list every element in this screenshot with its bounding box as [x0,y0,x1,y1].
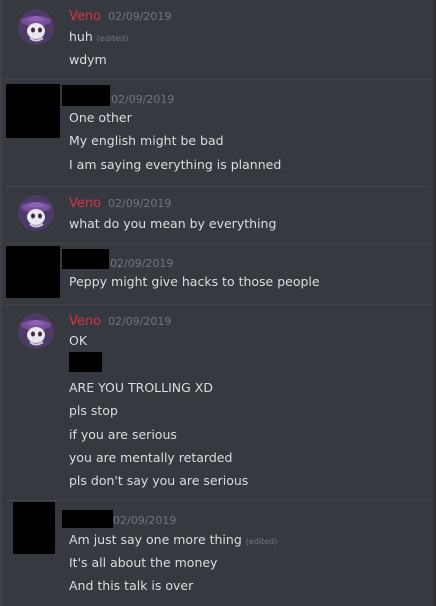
redacted-username [62,249,109,269]
message-text: pls stop [69,403,118,418]
redacted-avatar[interactable] [13,502,55,554]
message-divider [6,79,430,80]
user-avatar[interactable] [18,195,54,231]
redacted-mention [69,352,102,372]
message-timestamp: 02/09/2019 [113,514,177,527]
message-divider [6,500,430,501]
author-name[interactable]: Veno [69,196,101,212]
message-text: what do you mean by everything [69,216,277,231]
edited-indicator: (edited) [245,537,278,546]
message-divider [6,186,430,187]
redacted-avatar[interactable] [6,84,60,138]
message-text: OK [69,333,88,348]
message-timestamp: 02/09/2019 [111,93,175,106]
message-timestamp: 02/09/2019 [108,197,172,210]
edited-indicator: (edited) [96,34,129,43]
redacted-avatar[interactable] [6,246,60,298]
message-text: you are mentally retarded [69,450,233,465]
message-text: pls don't say you are serious [69,473,249,488]
message-text: And this talk is over [69,578,194,593]
avatar-image [18,313,54,349]
user-avatar[interactable] [18,313,54,349]
message-text: ARE YOU TROLLING XD [69,380,213,395]
message-text: if you are serious [69,427,177,442]
message-text: huh (edited) [69,29,129,44]
message-text: One other [69,110,132,125]
author-name[interactable]: Veno [69,9,101,25]
message-text: It's all about the money [69,555,218,570]
avatar-image [18,9,54,45]
message-text: Am just say one more thing (edited) [69,532,278,547]
message-timestamp: 02/09/2019 [108,315,172,328]
message-timestamp: 02/09/2019 [108,10,172,23]
message-divider [6,243,430,244]
author-name[interactable]: Veno [69,314,101,330]
message-text: Peppy might give hacks to those people [69,274,320,289]
message-timestamp: 02/09/2019 [110,257,174,270]
message-text: wdym [69,52,107,67]
message-divider [6,304,430,305]
redacted-username [62,85,110,106]
user-avatar[interactable] [18,9,54,45]
message-text: My english might be bad [69,133,224,148]
redacted-username [62,510,113,528]
window-edge [0,0,2,606]
message-text: I am saying everything is planned [69,157,282,172]
avatar-image [18,195,54,231]
